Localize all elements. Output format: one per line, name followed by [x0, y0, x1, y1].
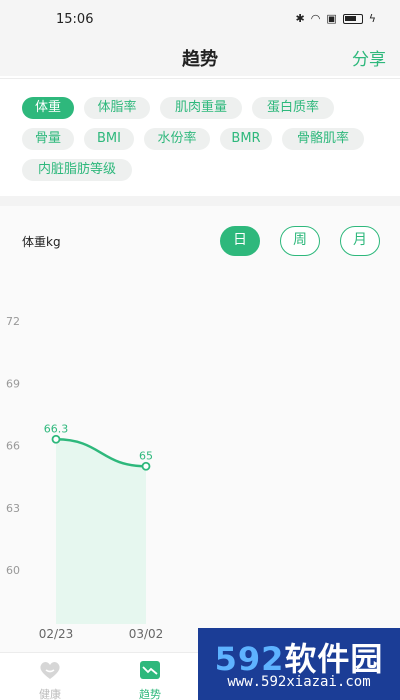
tab-health-label: 健康: [39, 688, 61, 700]
chart-card: 体重kg 日 周 月 72 69 66 63 60 66.3 65 02/23 03/02: [0, 206, 400, 652]
share-button[interactable]: 分享: [352, 45, 386, 70]
chip-visceral-fat[interactable]: 内脏脂肪等级: [22, 159, 132, 181]
sim-icon: ▣: [326, 12, 337, 25]
chip-skeletal-muscle[interactable]: 骨骼肌率: [282, 128, 364, 150]
tab-trend-label: 趋势: [139, 688, 161, 700]
y-tick-label: 66: [6, 440, 20, 453]
data-label: 65: [139, 449, 153, 462]
bluetooth-icon: ✱: [295, 12, 305, 25]
chip-bone-mass[interactable]: 骨量: [22, 128, 74, 150]
data-point: [51, 434, 61, 444]
data-label: 66.3: [44, 422, 69, 435]
chip-protein[interactable]: 蛋白质率: [252, 97, 334, 119]
charging-icon: ϟ: [368, 12, 376, 25]
header: 趋势 分享: [0, 40, 400, 76]
watermark-url: www.592xiazai.com: [227, 674, 371, 690]
x-tick-label: 02/23: [39, 627, 74, 641]
status-bar: 15:06 ✱ ◠ ▣ ϟ: [0, 0, 400, 40]
status-time: 15:06: [56, 12, 94, 27]
y-tick-label: 69: [6, 377, 20, 390]
data-point: [141, 461, 151, 471]
trend-icon: [140, 661, 160, 679]
tab-trend[interactable]: 趋势: [120, 659, 180, 700]
chip-bmi[interactable]: BMI: [84, 128, 134, 150]
page-title: 趋势: [182, 49, 218, 70]
metric-chips-panel: 体重 体脂率 肌肉重量 蛋白质率 骨量 BMI 水份率 BMR 骨骼肌率 内脏脂…: [0, 78, 400, 196]
y-tick-label: 72: [6, 315, 20, 328]
chip-weight[interactable]: 体重: [22, 97, 74, 119]
chip-water[interactable]: 水份率: [144, 128, 210, 150]
weight-trend-chart: 72 69 66 63 60 66.3 65 02/23 03/02: [6, 315, 164, 641]
y-tick-label: 60: [6, 564, 20, 577]
tab-health[interactable]: 健康: [20, 659, 80, 700]
chip-muscle-mass[interactable]: 肌肉重量: [160, 97, 242, 119]
y-tick-label: 63: [6, 502, 20, 515]
site-watermark: 592软件园 www.592xiazai.com: [198, 628, 400, 700]
chip-body-fat[interactable]: 体脂率: [84, 97, 150, 119]
battery-icon: [342, 14, 363, 24]
series-area: [56, 439, 146, 624]
status-icons: ✱ ◠ ▣ ϟ: [296, 13, 377, 25]
x-tick-label: 03/02: [129, 627, 164, 641]
chip-bmr[interactable]: BMR: [220, 128, 272, 150]
wifi-icon: ◠: [310, 12, 321, 25]
heart-icon: [40, 662, 60, 679]
section-divider: [0, 196, 400, 206]
